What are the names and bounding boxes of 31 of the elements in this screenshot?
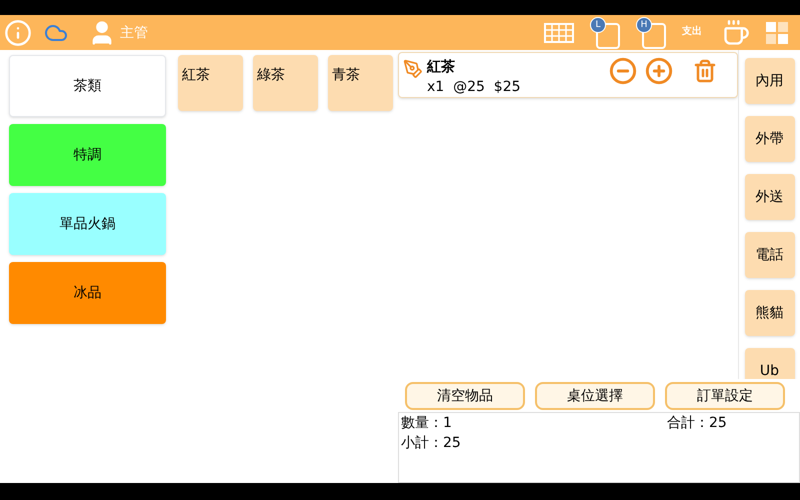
- product-button[interactable]: 青茶: [328, 55, 393, 111]
- product-button[interactable]: 紅茶: [178, 55, 243, 111]
- action-button[interactable]: 桌位選擇: [535, 382, 655, 410]
- order-type-button[interactable]: 外送: [744, 174, 794, 220]
- subtotal-text: 小計：25: [401, 434, 462, 453]
- item-name: 紅茶: [427, 58, 456, 77]
- order-type-button[interactable]: Ub: [744, 348, 794, 379]
- plus-icon[interactable]: [645, 57, 673, 85]
- action-button[interactable]: 訂單設定: [665, 382, 785, 410]
- product-button[interactable]: 綠茶: [253, 55, 318, 111]
- user-name: 主管: [120, 24, 148, 42]
- order-type-button[interactable]: 內用: [744, 58, 794, 104]
- cup-icon[interactable]: [722, 18, 750, 46]
- order-item-card[interactable]: 紅茶 x1 @25 $25: [398, 52, 738, 98]
- order-type-button[interactable]: 外帶: [744, 116, 794, 162]
- minus-icon[interactable]: [609, 57, 637, 85]
- total-text: 合計：25: [667, 414, 727, 433]
- category-button[interactable]: 冰品: [9, 262, 166, 324]
- order-type-button[interactable]: 電話: [744, 232, 794, 278]
- order-type-button[interactable]: 熊貓: [744, 290, 794, 336]
- quantity-text: 數量：1: [401, 414, 453, 433]
- category-button[interactable]: 茶類: [9, 55, 166, 117]
- category-button[interactable]: 單品火鍋: [9, 193, 166, 255]
- action-button[interactable]: 清空物品: [405, 382, 525, 410]
- table-icon[interactable]: [544, 22, 574, 42]
- grid-icon[interactable]: [766, 22, 788, 44]
- info-icon[interactable]: [4, 18, 32, 46]
- item-detail: x1 @25 $25: [427, 78, 521, 97]
- category-button[interactable]: 特調: [9, 124, 166, 186]
- pen-icon[interactable]: [403, 59, 423, 79]
- trash-icon[interactable]: [693, 59, 717, 83]
